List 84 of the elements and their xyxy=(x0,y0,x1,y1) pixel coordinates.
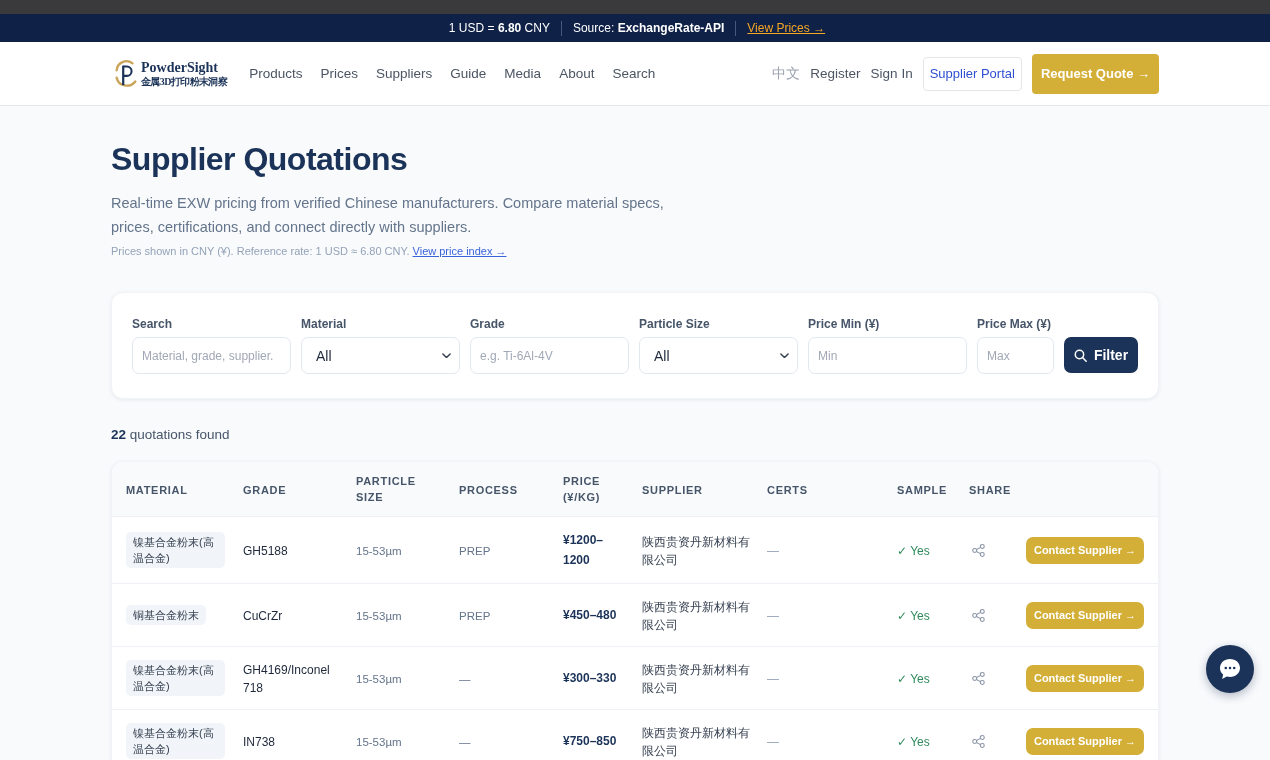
price-text: ¥450–480 xyxy=(563,608,617,622)
price-text: ¥1200–1200 xyxy=(563,533,604,567)
supplier-name: 陕西贵资丹新材料有限公司 xyxy=(642,726,750,758)
rate-source-text: Source: ExchangeRate-API xyxy=(572,21,725,35)
field-label: Material xyxy=(301,316,348,332)
supplier-portal-button[interactable]: Supplier Portal xyxy=(922,56,1022,91)
price-index-link[interactable]: View price index → xyxy=(412,245,507,257)
column-header: GRADE xyxy=(243,483,287,498)
chevron-down-icon xyxy=(442,352,451,359)
material-tag: 镍基合金粉末(高温合金) xyxy=(126,723,225,759)
logo-wordmark[interactable]: PowderSight xyxy=(141,59,228,76)
column-header: SHARE xyxy=(969,483,1011,498)
price-text: ¥300–330 xyxy=(563,671,617,685)
process-text: — xyxy=(459,736,471,748)
logo-tagline: 金属3D打印粉末洞察 xyxy=(141,75,228,88)
column-header: PARTICLE SIZE xyxy=(356,474,417,505)
filter-input-field[interactable]: Material, grade, supplier. xyxy=(132,337,291,374)
logo-icon[interactable] xyxy=(113,57,139,90)
nav-link[interactable]: Products xyxy=(249,66,303,81)
column-header: SAMPLE xyxy=(897,483,948,498)
column-header: SUPPLIER xyxy=(642,483,703,498)
column-header: PROCESS xyxy=(459,483,518,498)
certs-text: — xyxy=(767,672,779,686)
process-text: PREP xyxy=(459,610,491,622)
supplier-name: 陕西贵资丹新材料有限公司 xyxy=(642,663,750,695)
chat-button[interactable] xyxy=(1206,645,1254,693)
nav-link[interactable]: Guide xyxy=(450,66,487,81)
filter-input-field[interactable]: Min xyxy=(808,337,967,374)
grade-text: IN738 xyxy=(243,735,276,749)
price-note: Prices shown in CNY (¥). Reference rate: 1 USD ≈ 6.80 CNY. View price index → xyxy=(111,244,508,259)
nav-link[interactable]: About xyxy=(559,66,595,81)
particle-size-text: 15-53µm xyxy=(356,610,402,622)
chevron-down-icon xyxy=(780,352,789,359)
certs-text: — xyxy=(767,609,779,623)
results-count: 22 quotations found xyxy=(111,426,231,444)
field-label: Price Min (¥) xyxy=(808,316,881,332)
share-icon[interactable] xyxy=(972,734,985,748)
speech-bubble-icon xyxy=(1220,659,1240,679)
material-tag: 镍基合金粉末(高温合金) xyxy=(126,660,225,696)
account-link[interactable]: Register xyxy=(810,66,861,81)
sample-status: ✓ Yes xyxy=(897,544,930,558)
particle-size-text: 15-53µm xyxy=(356,545,402,557)
material-tag: 镍基合金粉末(高温合金) xyxy=(126,532,225,568)
filter-button[interactable]: Filter xyxy=(1064,337,1138,373)
share-icon[interactable] xyxy=(972,608,985,622)
sample-status: ✓ Yes xyxy=(897,609,930,623)
grade-text: GH4169/Inconel 718 xyxy=(243,663,330,695)
certs-text: — xyxy=(767,544,779,558)
supplier-name: 陕西贵资丹新材料有限公司 xyxy=(642,535,750,567)
supplier-name: 陕西贵资丹新材料有限公司 xyxy=(642,600,750,632)
view-prices-link[interactable]: View Prices → xyxy=(747,21,826,35)
nav-link[interactable]: Media xyxy=(504,66,542,81)
nav-link[interactable]: Search xyxy=(612,66,656,81)
grade-text: GH5188 xyxy=(243,544,288,558)
page-title: Supplier Quotations xyxy=(111,140,409,179)
sample-status: ✓ Yes xyxy=(897,735,930,749)
column-header: PRICE (¥/KG) xyxy=(563,474,602,505)
material-tag: 铜基合金粉末 xyxy=(126,605,206,625)
filter-dropdown[interactable]: All xyxy=(639,337,798,374)
grade-text: CuCrZr xyxy=(243,609,283,623)
exchange-rate-text: 1 USD = 6.80 CNY xyxy=(448,21,550,35)
search-icon xyxy=(1073,348,1087,362)
price-text: ¥750–850 xyxy=(563,734,617,748)
nav-link[interactable]: Prices xyxy=(320,66,359,81)
nav-link[interactable]: Suppliers xyxy=(376,66,433,81)
field-label: Grade xyxy=(470,316,506,332)
column-header: CERTS xyxy=(767,483,808,498)
share-icon[interactable] xyxy=(972,543,985,557)
filter-input-field[interactable]: e.g. Ti-6Al-4V xyxy=(470,337,629,374)
field-label: Price Max (¥) xyxy=(977,316,1053,332)
field-label: Search xyxy=(132,316,174,332)
process-text: PREP xyxy=(459,545,491,557)
share-icon[interactable] xyxy=(972,671,985,685)
filter-dropdown[interactable]: All xyxy=(301,337,460,374)
column-header: MATERIAL xyxy=(126,483,188,498)
account-link[interactable]: Sign In xyxy=(870,66,913,81)
certs-text: — xyxy=(767,735,779,749)
field-label: Particle Size xyxy=(639,316,711,332)
process-text: — xyxy=(459,673,471,685)
sample-status: ✓ Yes xyxy=(897,672,930,686)
filter-input-field[interactable]: Max xyxy=(977,337,1054,374)
particle-size-text: 15-53µm xyxy=(356,736,402,748)
particle-size-text: 15-53µm xyxy=(356,673,402,685)
page-description: Real-time EXW pricing from verified Chinese manufacturers. Compare material specs, prices, certifications, and connect directly with suppliers. xyxy=(111,194,665,237)
